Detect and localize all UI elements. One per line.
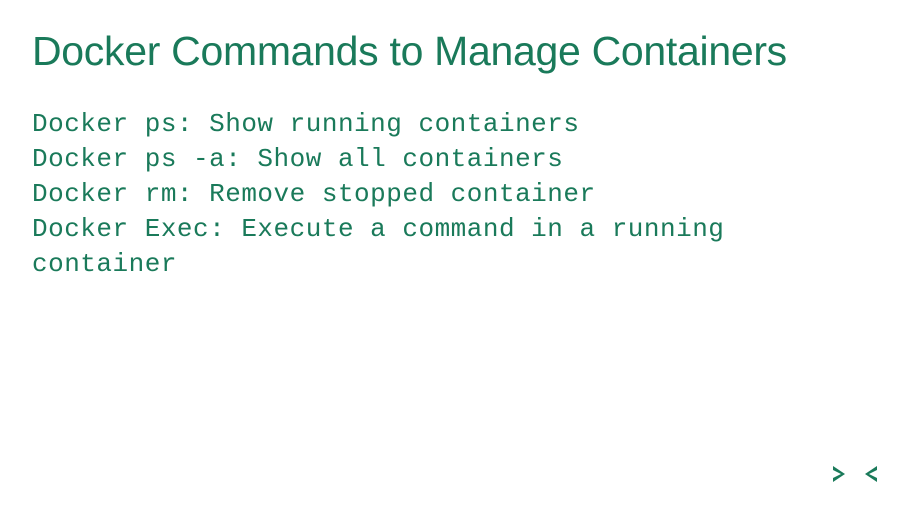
command-list: Docker ps: Show running containers Docke… — [0, 75, 907, 282]
command-item: Docker Exec: Execute a command in a runn… — [32, 212, 907, 247]
page-title: Docker Commands to Manage Containers — [0, 0, 907, 75]
command-item: container — [32, 247, 907, 282]
logo-icon — [827, 458, 883, 490]
command-item: Docker ps: Show running containers — [32, 107, 907, 142]
command-item: Docker ps -a: Show all containers — [32, 142, 907, 177]
command-item: Docker rm: Remove stopped container — [32, 177, 907, 212]
